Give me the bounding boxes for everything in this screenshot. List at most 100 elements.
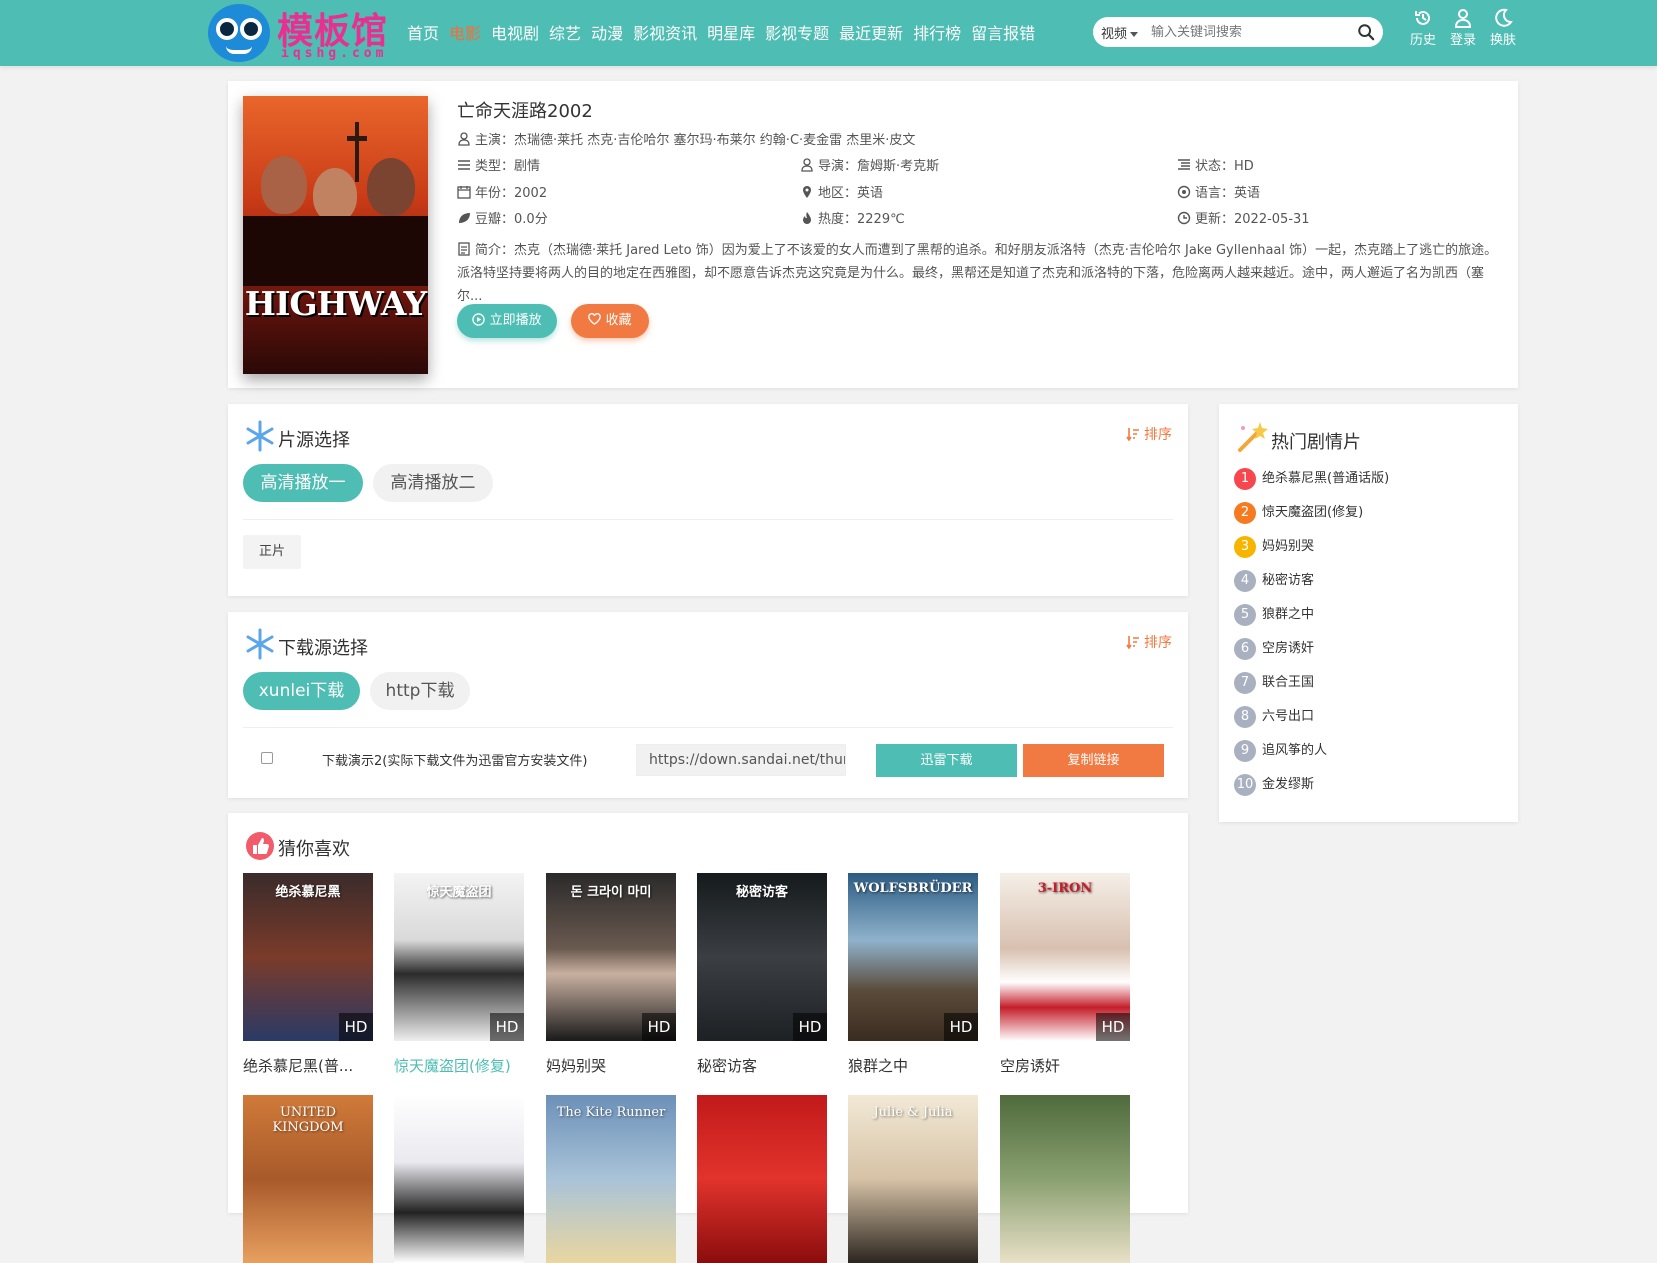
hot-list-item[interactable]: 9 追风筝的人 bbox=[1234, 739, 1327, 762]
nav-anime[interactable]: 动漫 bbox=[591, 20, 623, 44]
download-item-name: 下载演示2(实际下载文件为迅雷官方安装文件) bbox=[322, 754, 588, 769]
movie-thumbnail[interactable]: Julie & Julia bbox=[848, 1095, 978, 1263]
nav-ranking[interactable]: 排行榜 bbox=[913, 20, 961, 44]
movie-title[interactable]: 空房诱奸 bbox=[1000, 1055, 1130, 1076]
login-button[interactable]: 登录 bbox=[1443, 8, 1483, 48]
poster-text: 秘密访客 bbox=[735, 885, 788, 900]
history-button[interactable]: 历史 bbox=[1403, 8, 1443, 48]
movie-card[interactable]: 3-IRON HD 空房诱奸 bbox=[1000, 873, 1130, 1076]
movie-thumbnail[interactable]: 秘密访客 HD bbox=[697, 873, 827, 1041]
download-tab-http[interactable]: http下载 bbox=[370, 672, 470, 710]
play-now-button[interactable]: 立即播放 bbox=[457, 304, 557, 338]
movie-thumbnail[interactable]: WOLFSBRÜDER HD bbox=[848, 873, 978, 1041]
nav-news[interactable]: 影视资讯 bbox=[633, 20, 697, 44]
movie-thumbnail[interactable]: UNITED KINGDOM bbox=[243, 1095, 373, 1263]
download-checkbox[interactable] bbox=[261, 752, 273, 764]
movie-thumbnail[interactable]: 惊天魔盗团 HD bbox=[394, 873, 524, 1041]
hot-list-item[interactable]: 3 妈妈别哭 bbox=[1234, 535, 1314, 558]
hot-list-item[interactable]: 5 狼群之中 bbox=[1234, 603, 1314, 626]
rank-badge: 4 bbox=[1234, 569, 1256, 592]
nav-feedback[interactable]: 留言报错 bbox=[971, 20, 1035, 44]
movie-card[interactable]: 绝杀慕尼黑 HD 绝杀慕尼黑(普... bbox=[243, 873, 373, 1076]
movie-title[interactable]: 绝杀慕尼黑(普... bbox=[243, 1055, 373, 1076]
poster-text: 绝杀慕尼黑 bbox=[275, 885, 341, 900]
site-logo[interactable]: 模板馆 iqshg.com bbox=[205, 2, 395, 62]
movie-intro: 简介：杰克（杰瑞德·莱托 Jared Leto 饰）因为爱上了不该爱的女人而遭到… bbox=[457, 242, 1498, 304]
xunlei-download-button[interactable]: 迅雷下载 bbox=[876, 744, 1017, 777]
nav-stars[interactable]: 明星库 bbox=[707, 20, 755, 44]
hot-list-item[interactable]: 8 六号出口 bbox=[1234, 705, 1314, 728]
hot-list-item[interactable]: 4 秘密访客 bbox=[1234, 569, 1314, 592]
movie-title[interactable]: 狼群之中 bbox=[848, 1055, 978, 1076]
user-icon bbox=[458, 132, 470, 146]
movie-title: 亡命天涯路2002 bbox=[457, 101, 593, 122]
hot-list-card: 热门剧情片 1 绝杀慕尼黑(普通话版) 2 惊天魔盗团(修复) 3 妈妈别哭 4 秘密访客 5 狼… bbox=[1219, 404, 1518, 822]
movie-card[interactable]: The Kite Runner bbox=[546, 1095, 676, 1263]
source-tab-2[interactable]: 高清播放二 bbox=[373, 464, 493, 502]
movie-card[interactable] bbox=[394, 1095, 524, 1263]
nav-home[interactable]: 首页 bbox=[407, 20, 439, 44]
movie-card[interactable]: 돈 크라이 마미 HD 妈妈别哭 bbox=[546, 873, 676, 1076]
sort-button[interactable]: 排序 bbox=[1125, 424, 1172, 444]
movie-title[interactable]: 惊天魔盗团(修复) bbox=[394, 1055, 524, 1076]
play-source-title: 片源选择 bbox=[244, 420, 350, 452]
movie-title[interactable]: 秘密访客 bbox=[697, 1055, 827, 1076]
cast-list[interactable]: 杰瑞德·莱托 杰克·吉伦哈尔 塞尔玛·布莱尔 约翰·C·麦金雷 杰里米·皮文 bbox=[514, 133, 915, 148]
movie-thumbnail[interactable]: 3-IRON HD bbox=[1000, 873, 1130, 1041]
movie-thumbnail[interactable] bbox=[394, 1095, 524, 1263]
thumbs-up-icon bbox=[246, 832, 274, 860]
source-tab-1[interactable]: 高清播放一 bbox=[243, 464, 363, 502]
rank-badge: 10 bbox=[1234, 773, 1256, 796]
skin-button[interactable]: 换肤 bbox=[1483, 8, 1523, 48]
movie-card[interactable]: 惊天魔盗团 HD 惊天魔盗团(修复) bbox=[394, 873, 524, 1076]
movie-card[interactable] bbox=[697, 1095, 827, 1263]
nav-variety[interactable]: 综艺 bbox=[549, 20, 581, 44]
search-box: 视频 bbox=[1093, 17, 1383, 47]
nav-tv[interactable]: 电视剧 bbox=[491, 20, 539, 44]
hot-list-label: 六号出口 bbox=[1262, 709, 1315, 724]
hd-badge: HD bbox=[490, 1013, 524, 1041]
movie-card[interactable]: WOLFSBRÜDER HD 狼群之中 bbox=[848, 873, 978, 1076]
movie-card[interactable]: UNITED KINGDOM bbox=[243, 1095, 373, 1263]
movie-thumbnail[interactable] bbox=[697, 1095, 827, 1263]
poster-text: Julie & Julia bbox=[873, 1105, 953, 1120]
movie-thumbnail[interactable]: 돈 크라이 마미 HD bbox=[546, 873, 676, 1041]
movie-poster[interactable]: HIGHWAY bbox=[243, 96, 428, 374]
search-input[interactable] bbox=[1151, 22, 1351, 42]
hd-badge: HD bbox=[944, 1013, 978, 1041]
nav-latest[interactable]: 最近更新 bbox=[839, 20, 903, 44]
caret-down-icon bbox=[1130, 32, 1139, 37]
hot-list-item[interactable]: 6 空房诱奸 bbox=[1234, 637, 1314, 660]
favorite-button[interactable]: 收藏 bbox=[571, 304, 649, 338]
hot-list-item[interactable]: 1 绝杀慕尼黑(普通话版) bbox=[1234, 467, 1389, 490]
movie-thumbnail[interactable] bbox=[1000, 1095, 1130, 1263]
clock-icon bbox=[1177, 211, 1191, 225]
hot-list-item[interactable]: 7 联合王国 bbox=[1234, 671, 1314, 694]
download-url-field[interactable]: https://down.sandai.net/thunder bbox=[636, 744, 846, 776]
movie-card[interactable]: Julie & Julia bbox=[848, 1095, 978, 1263]
rank-badge: 2 bbox=[1234, 501, 1256, 524]
nav-topics[interactable]: 影视专题 bbox=[765, 20, 829, 44]
sort-button[interactable]: 排序 bbox=[1125, 632, 1172, 652]
search-icon[interactable] bbox=[1357, 23, 1375, 41]
movie-thumbnail[interactable]: 绝杀慕尼黑 HD bbox=[243, 873, 373, 1041]
hd-badge: HD bbox=[1096, 1013, 1130, 1041]
movie-title[interactable]: 妈妈别哭 bbox=[546, 1055, 676, 1076]
nav-movie[interactable]: 电影 bbox=[449, 20, 481, 44]
copy-link-button[interactable]: 复制链接 bbox=[1023, 744, 1164, 777]
director-row: 导演：詹姆斯·考克斯 bbox=[800, 155, 939, 174]
movie-thumbnail[interactable]: The Kite Runner bbox=[546, 1095, 676, 1263]
download-source-title: 下载源选择 bbox=[244, 628, 368, 660]
intro-text: 杰克（杰瑞德·莱托 Jared Leto 饰）因为爱上了不该爱的女人而遭到了黑帮… bbox=[457, 243, 1498, 304]
hot-list-title: 热门剧情片 bbox=[1235, 420, 1361, 454]
location-icon bbox=[803, 186, 811, 198]
movie-card[interactable]: 秘密访客 HD 秘密访客 bbox=[697, 873, 827, 1076]
hot-list-item[interactable]: 2 惊天魔盗团(修复) bbox=[1234, 501, 1363, 524]
search-type-select[interactable]: 视频 bbox=[1101, 23, 1139, 42]
download-tab-xunlei[interactable]: xunlei下载 bbox=[243, 672, 360, 710]
rank-badge: 1 bbox=[1234, 467, 1256, 490]
movie-card[interactable] bbox=[1000, 1095, 1130, 1263]
hot-list-item[interactable]: 10 金发缪斯 bbox=[1234, 773, 1314, 796]
rank-badge: 7 bbox=[1234, 671, 1256, 694]
episode-item[interactable]: 正片 bbox=[243, 535, 301, 569]
